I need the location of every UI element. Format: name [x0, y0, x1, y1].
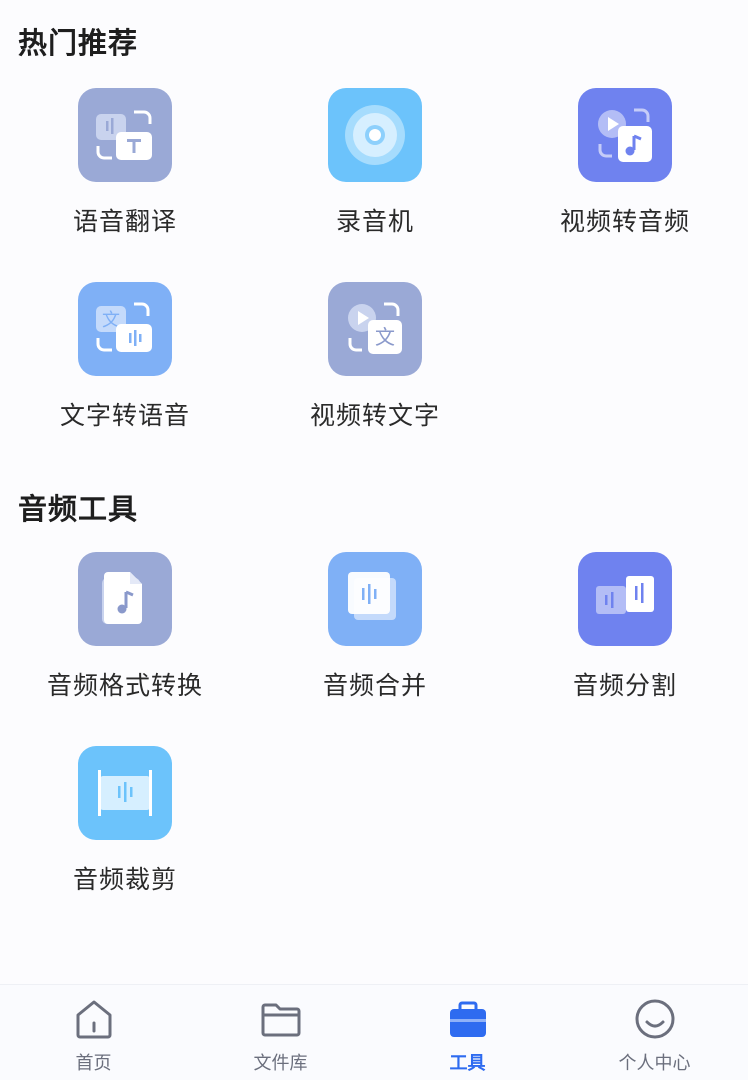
tab-label: 个人中心 [618, 1053, 691, 1074]
tool-speech-translate[interactable]: 语音翻译 [0, 88, 250, 238]
tool-video-to-text[interactable]: 文 视频转文字 [250, 282, 500, 432]
audio-format-convert-icon [78, 552, 172, 646]
tab-tools[interactable]: 工具 [374, 985, 561, 1080]
tool-label: 音频合并 [322, 671, 427, 700]
video-to-audio-icon [578, 88, 672, 182]
toolbox-icon [449, 1001, 486, 1037]
text-to-speech-icon: 文 [78, 282, 172, 376]
tool-label: 录音机 [335, 207, 414, 236]
section-title-hot: 热门推荐 [18, 26, 139, 60]
tool-label: 语音翻译 [72, 207, 177, 236]
tool-label: 视频转文字 [309, 401, 440, 430]
audio-merge-icon [328, 552, 422, 646]
home-icon [76, 1000, 111, 1039]
smiley-user-icon [635, 999, 674, 1039]
tab-label: 工具 [449, 1053, 486, 1074]
tool-audio-merge[interactable]: 音频合并 [250, 552, 500, 702]
tool-label: 音频裁剪 [72, 865, 177, 894]
tool-label: 音频格式转换 [46, 671, 203, 700]
tab-profile[interactable]: 个人中心 [561, 985, 748, 1080]
tool-audio-format-convert[interactable]: 音频格式转换 [0, 552, 250, 702]
tab-label: 首页 [75, 1053, 112, 1074]
tool-audio-trim[interactable]: 音频裁剪 [0, 746, 250, 896]
tab-label: 文件库 [253, 1053, 308, 1074]
tool-video-to-audio[interactable]: 视频转音频 [500, 88, 748, 238]
recorder-icon [328, 88, 422, 182]
video-to-text-icon: 文 [328, 282, 422, 376]
section-title-audio: 音频工具 [18, 492, 139, 526]
tool-audio-split[interactable]: 音频分割 [500, 552, 748, 702]
tool-label: 视频转音频 [559, 207, 690, 236]
tool-recorder[interactable]: 录音机 [250, 88, 500, 238]
bottom-tab-bar: 首页 文件库 工具 个人中心 [0, 984, 748, 1080]
speech-translate-icon [78, 88, 172, 182]
audio-split-icon [578, 552, 672, 646]
tool-label: 文字转语音 [59, 401, 190, 430]
tool-label: 音频分割 [572, 671, 677, 700]
audio-trim-icon [78, 746, 172, 840]
tool-text-to-speech[interactable]: 文 文字转语音 [0, 282, 250, 432]
folder-icon [261, 1003, 300, 1037]
svg-text:文: 文 [375, 325, 395, 349]
tools-page: 热门推荐 语音翻译 录音机 视频转音频 文 文字转语音 文 视频转文字 音频工具… [0, 0, 748, 1080]
tab-files[interactable]: 文件库 [187, 985, 374, 1080]
tab-home[interactable]: 首页 [0, 985, 187, 1080]
